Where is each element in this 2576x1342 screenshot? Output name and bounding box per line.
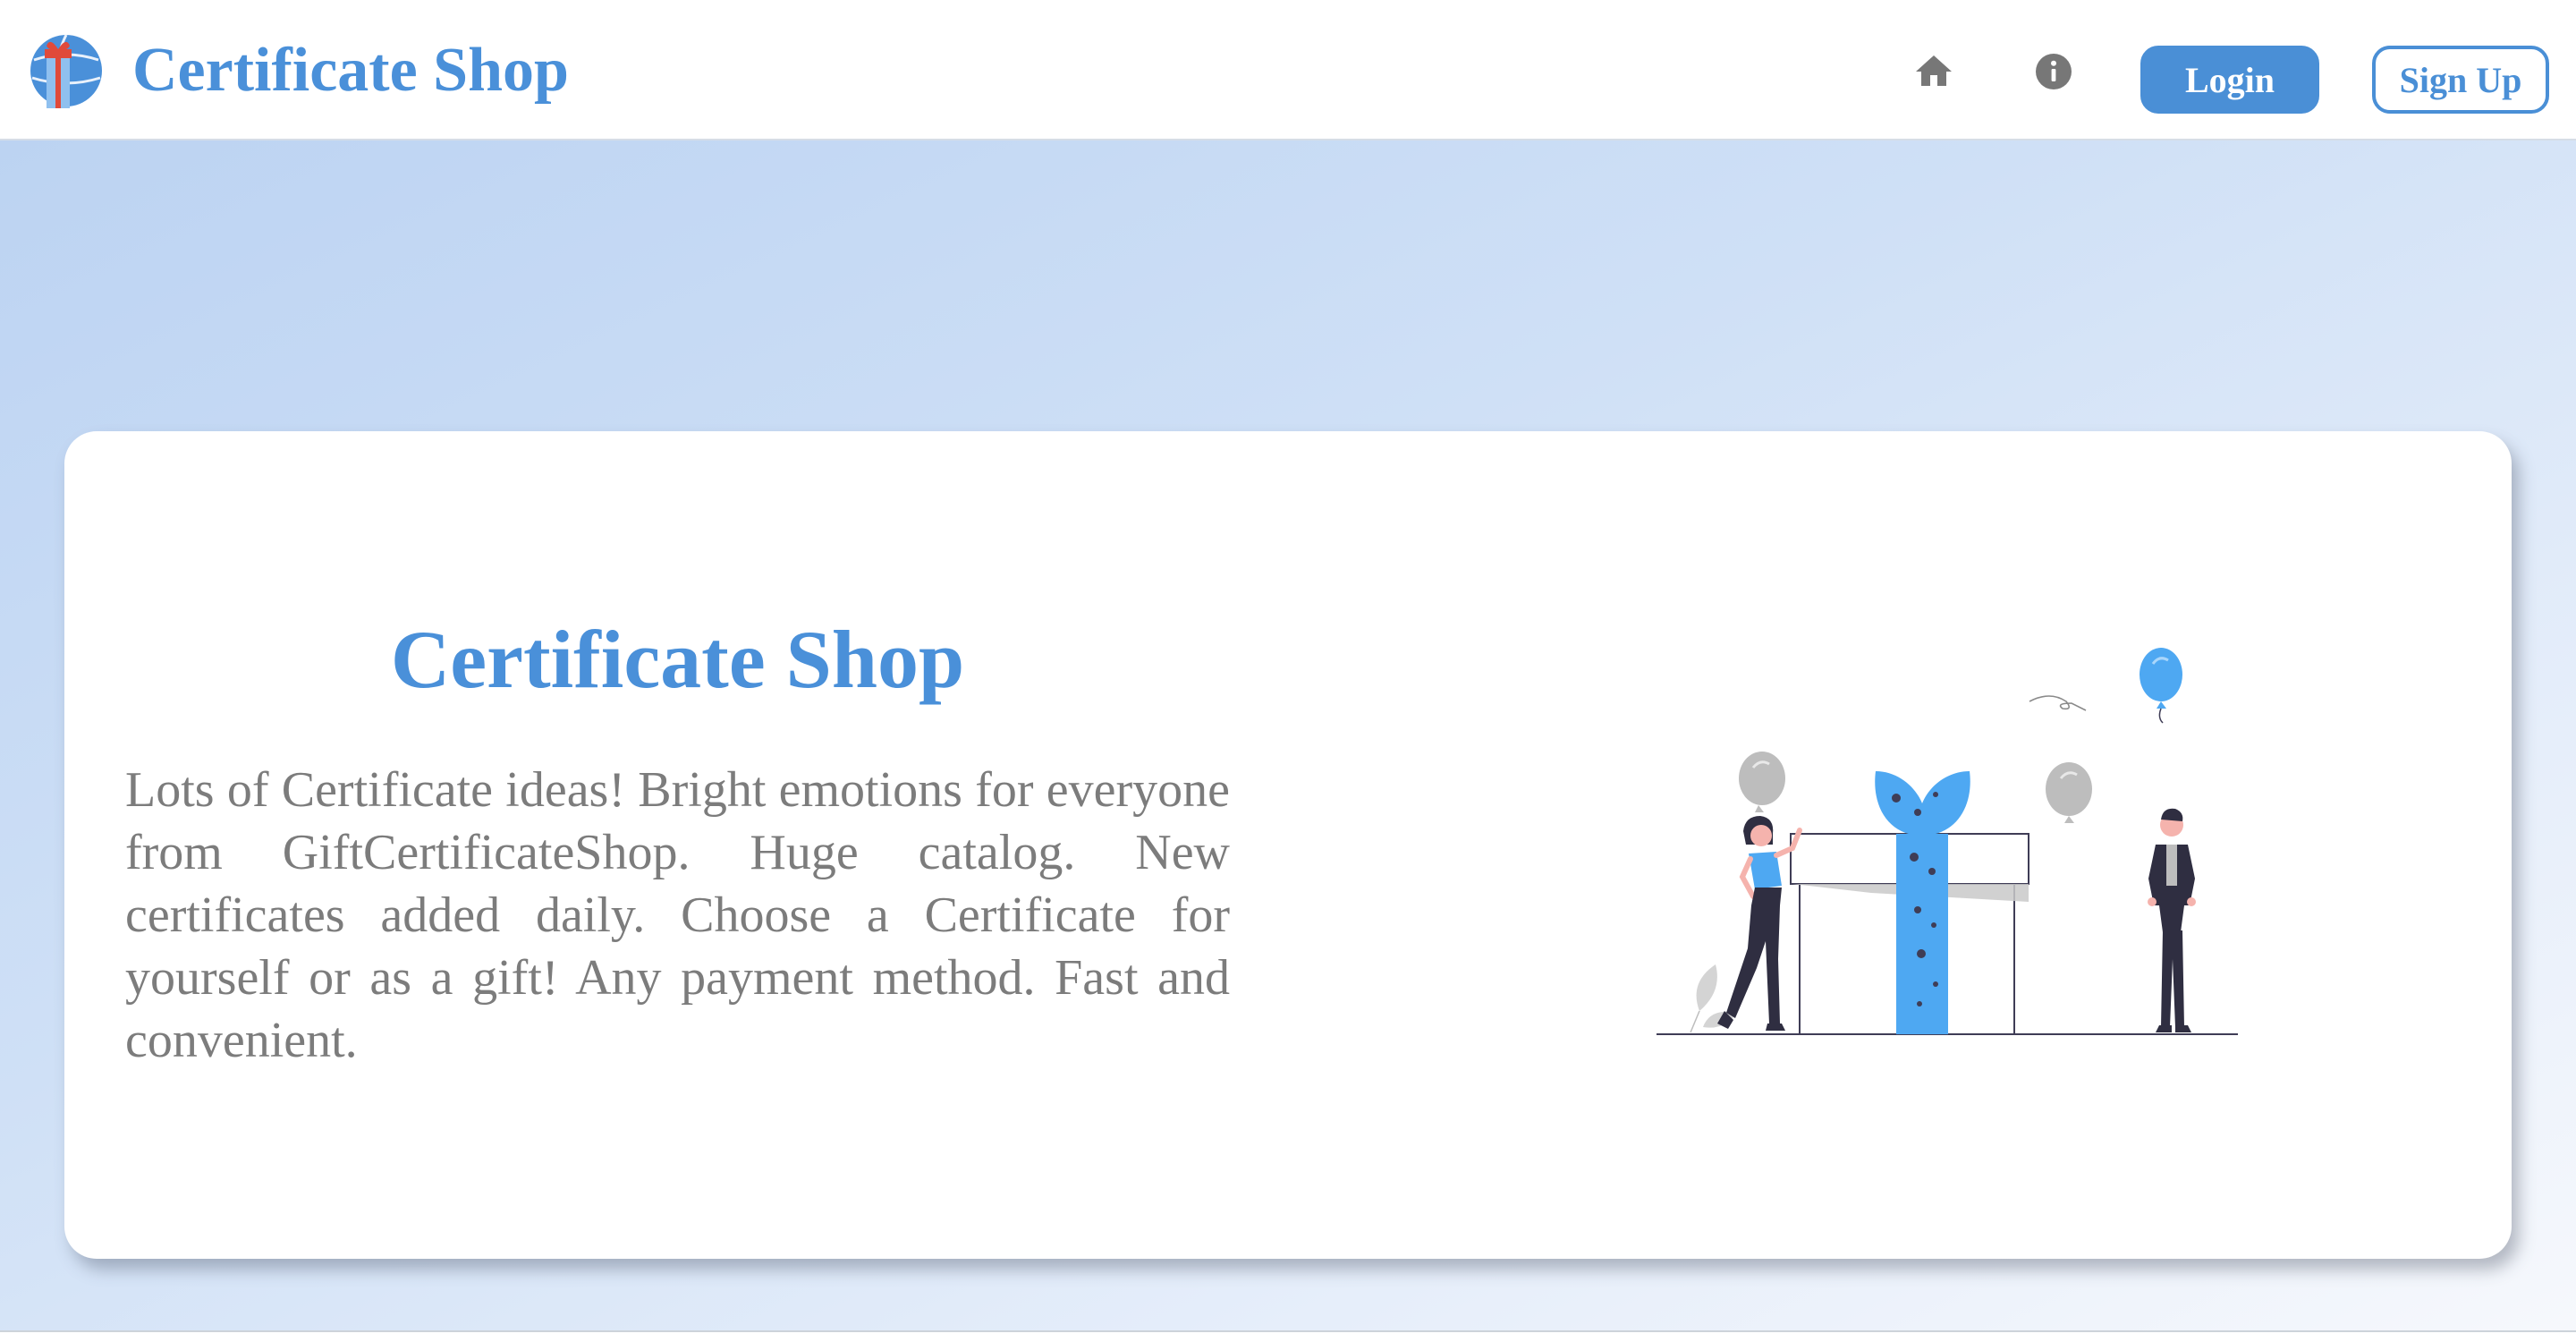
people-with-gift-box-illustration <box>1657 648 2238 1035</box>
hero-title: Certificate Shop <box>390 614 965 705</box>
footer-strip <box>0 1332 2576 1342</box>
brand-link[interactable]: Certificate Shop <box>29 30 569 111</box>
info-icon[interactable] <box>2032 50 2075 93</box>
gift-globe-logo-icon <box>30 34 102 108</box>
hero-description: Lots of Certificate ideas! Bright emotio… <box>125 762 1230 1068</box>
login-button[interactable]: Login <box>2140 46 2319 114</box>
hero-card: Certificate Shop Lots of Certificate ide… <box>64 431 2512 1259</box>
home-icon[interactable] <box>1912 50 1955 93</box>
top-navbar: Certificate Shop Login Sign Up <box>0 0 2576 140</box>
signup-button[interactable]: Sign Up <box>2372 46 2549 114</box>
main-background: Certificate Shop Lots of Certificate ide… <box>0 140 2576 1330</box>
brand-title: Certificate Shop <box>132 36 569 105</box>
